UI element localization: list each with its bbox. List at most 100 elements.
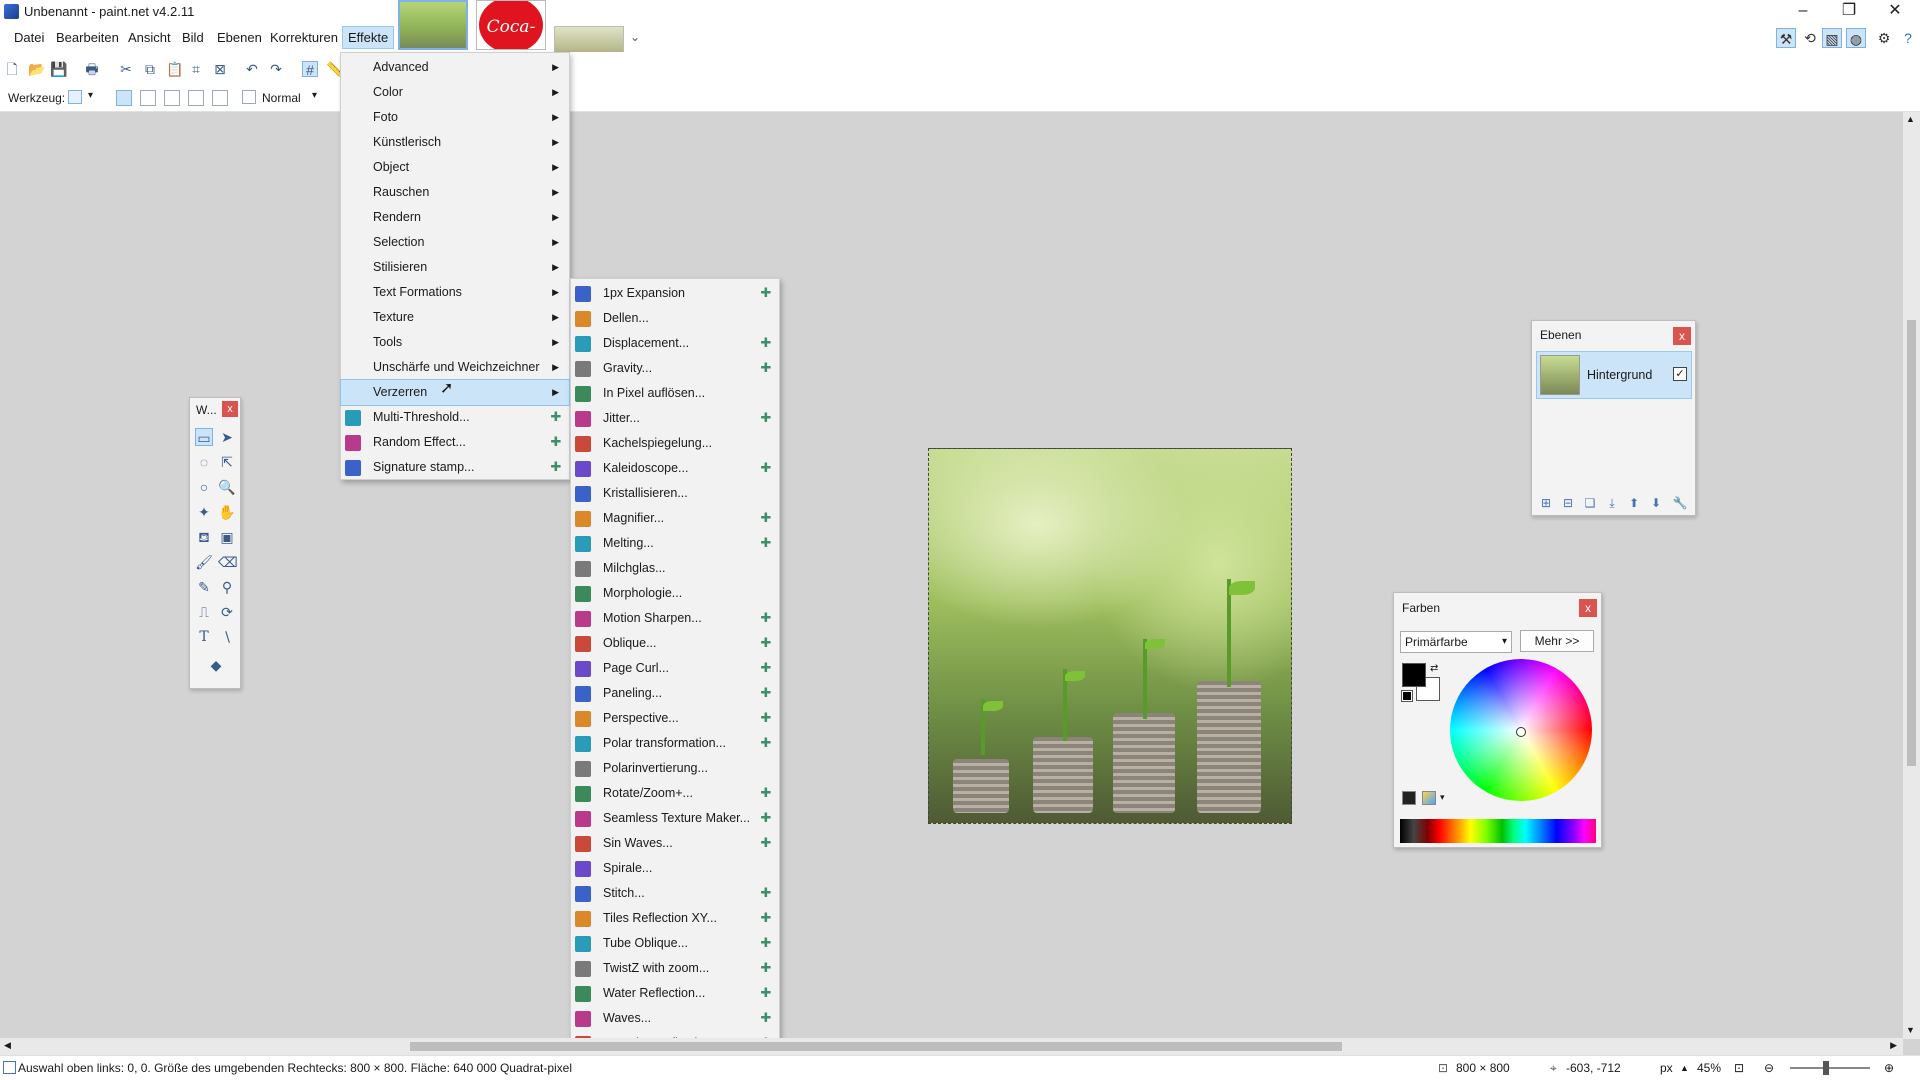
effects-menu-item-multi-threshold[interactable]: Multi-Threshold... ✚: [341, 405, 569, 430]
cut-icon[interactable]: ✂: [118, 61, 134, 77]
rectangle-select-tool-icon[interactable]: ▭: [195, 428, 213, 446]
move-layer-down-icon[interactable]: ⬇: [1648, 495, 1664, 511]
distort-menu-item-oblique[interactable]: Oblique... ✚: [571, 631, 779, 656]
scroll-right-icon[interactable]: ▶: [1890, 1040, 1897, 1051]
color-wheel-cursor[interactable]: [1516, 727, 1526, 737]
add-layer-icon[interactable]: ⊞: [1538, 495, 1554, 511]
duplicate-layer-icon[interactable]: ❏: [1582, 495, 1598, 511]
magic-wand-tool-icon[interactable]: ✦: [195, 503, 213, 521]
scroll-down-icon[interactable]: ▼: [1906, 1025, 1915, 1035]
effects-menu-item-tools[interactable]: Tools ▶: [341, 330, 569, 355]
canvas-image[interactable]: [928, 448, 1292, 824]
more-colors-button[interactable]: Mehr >>: [1520, 630, 1594, 652]
selection-mode-union-icon[interactable]: [140, 90, 156, 106]
distort-menu-item-sin-waves[interactable]: Sin Waves... ✚: [571, 831, 779, 856]
zoom-slider-knob[interactable]: [1823, 1061, 1829, 1075]
color-target-select[interactable]: Primärfarbe ▾: [1400, 631, 1512, 653]
current-tool-icon[interactable]: [68, 90, 82, 104]
effects-menu-item-rauschen[interactable]: Rauschen ▶: [341, 180, 569, 205]
undo-icon[interactable]: ↶: [244, 61, 260, 77]
move-selected-tool-icon[interactable]: ➤: [218, 428, 236, 446]
distort-menu-item-gravity[interactable]: Gravity... ✚: [571, 356, 779, 381]
distort-menu-item-tiles-reflection-xy[interactable]: Tiles Reflection XY... ✚: [571, 906, 779, 931]
effects-menu-item-rendern[interactable]: Rendern ▶: [341, 205, 569, 230]
palette-dropdown-icon[interactable]: ▾: [1440, 792, 1445, 803]
recolor-tool-icon[interactable]: ⟳: [218, 603, 236, 621]
minimize-button[interactable]: –: [1780, 0, 1826, 24]
gradient-tool-icon[interactable]: ▣: [218, 528, 236, 546]
distort-menu-item-kachelspiegelung[interactable]: Kachelspiegelung...: [571, 431, 779, 456]
primary-color-swatch[interactable]: [1402, 663, 1426, 687]
new-file-icon[interactable]: 🗋: [4, 61, 20, 77]
paintbrush-tool-icon[interactable]: 🖌: [195, 553, 213, 571]
distort-menu-item-rotate-zoom[interactable]: Rotate/Zoom+... ✚: [571, 781, 779, 806]
effects-menu-item-random-effect[interactable]: Random Effect... ✚: [341, 430, 569, 455]
distort-menu-item-kaleidoscope[interactable]: Kaleidoscope... ✚: [571, 456, 779, 481]
distort-menu-item-paneling[interactable]: Paneling... ✚: [571, 681, 779, 706]
distort-menu-item-tube-oblique[interactable]: Tube Oblique... ✚: [571, 931, 779, 956]
delete-layer-icon[interactable]: ⊟: [1560, 495, 1576, 511]
units-dropdown-icon[interactable]: ▲: [1680, 1063, 1689, 1073]
close-button[interactable]: ✕: [1872, 0, 1918, 24]
distort-menu-item-kristallisieren[interactable]: Kristallisieren...: [571, 481, 779, 506]
effects-menu-item-selection[interactable]: Selection ▶: [341, 230, 569, 255]
distort-menu-item-perspective[interactable]: Perspective... ✚: [571, 706, 779, 731]
zoom-in-icon[interactable]: ⊕: [1884, 1061, 1894, 1075]
tool-dropdown-icon[interactable]: ▾: [88, 90, 93, 101]
effects-menu-item-unschärfe-und-weichzeichner[interactable]: Unschärfe und Weichzeichner ▶: [341, 355, 569, 380]
color-palette[interactable]: [1400, 819, 1596, 843]
distort-menu-item-spirale[interactable]: Spirale...: [571, 856, 779, 881]
distort-menu-item-polar-transformation[interactable]: Polar transformation... ✚: [571, 731, 779, 756]
distort-menu-item-page-curl[interactable]: Page Curl... ✚: [571, 656, 779, 681]
help-icon[interactable]: ?: [1898, 28, 1918, 48]
distort-menu-item-seamless-texture-maker[interactable]: Seamless Texture Maker... ✚: [571, 806, 779, 831]
open-file-icon[interactable]: 📂: [28, 61, 45, 77]
selection-mode-replace-icon[interactable]: [116, 90, 132, 106]
palette-menu-icon[interactable]: [1422, 791, 1436, 805]
line-curve-tool-icon[interactable]: ∖: [218, 628, 236, 646]
distort-menu-item-morphologie[interactable]: Morphologie...: [571, 581, 779, 606]
menu-effekte[interactable]: Effekte: [342, 26, 395, 49]
eraser-tool-icon[interactable]: ⌫: [218, 553, 238, 571]
layer-row[interactable]: Hintergrund ✓: [1536, 351, 1692, 399]
layer-visibility-checkbox[interactable]: ✓: [1673, 367, 1687, 381]
effects-menu-item-signature-stamp[interactable]: Signature stamp... ✚: [341, 455, 569, 480]
distort-menu-item-polarinvertierung[interactable]: Polarinvertierung...: [571, 756, 779, 781]
layers-window-toggle-icon[interactable]: ▧: [1822, 28, 1842, 48]
menu-datei[interactable]: Datei: [12, 30, 46, 45]
horizontal-scroll-thumb[interactable]: [410, 1042, 1342, 1051]
image-tab-current[interactable]: [398, 0, 468, 50]
layers-window-close-icon[interactable]: x: [1673, 327, 1691, 345]
distort-menu-item-motion-sharpen[interactable]: Motion Sharpen... ✚: [571, 606, 779, 631]
blend-mode-value[interactable]: Normal: [262, 91, 301, 105]
zoom-tool-icon[interactable]: 🔍: [218, 478, 236, 496]
distort-menu-item-displacement[interactable]: Displacement... ✚: [571, 331, 779, 356]
scroll-up-icon[interactable]: ▲: [1906, 114, 1915, 124]
effects-menu-item-color[interactable]: Color ▶: [341, 80, 569, 105]
effects-menu-item-text-formations[interactable]: Text Formations ▶: [341, 280, 569, 305]
menu-ebenen[interactable]: Ebenen: [215, 30, 264, 45]
effects-menu-item-verzerren[interactable]: Verzerren ▶: [340, 379, 570, 406]
distort-menu-item-waves[interactable]: Waves... ✚: [571, 1006, 779, 1031]
history-window-toggle-icon[interactable]: ⟲: [1800, 28, 1820, 48]
swap-colors-icon[interactable]: ⇄: [1430, 663, 1438, 674]
effects-menu-item-object[interactable]: Object ▶: [341, 155, 569, 180]
effects-menu-item-advanced[interactable]: Advanced ▶: [341, 55, 569, 80]
image-tabs-more-icon[interactable]: ⌄: [630, 30, 640, 44]
zoom-level[interactable]: 45%: [1697, 1061, 1721, 1075]
distort-menu-item-milchglas[interactable]: Milchglas...: [571, 556, 779, 581]
selection-mode-intersect-icon[interactable]: [188, 90, 204, 106]
move-selection-tool-icon[interactable]: ⇱: [218, 453, 236, 471]
zoom-slider[interactable]: [1790, 1067, 1870, 1069]
effects-menu-item-stilisieren[interactable]: Stilisieren ▶: [341, 255, 569, 280]
distort-menu-item-twistz-with-zoom[interactable]: TwistZ with zoom... ✚: [571, 956, 779, 981]
units-selector[interactable]: px: [1660, 1061, 1673, 1075]
zoom-out-icon[interactable]: ⊖: [1764, 1061, 1774, 1075]
colors-window-toggle-icon[interactable]: ◍: [1846, 28, 1866, 48]
distort-menu-item-stitch[interactable]: Stitch... ✚: [571, 881, 779, 906]
tools-window-close-icon[interactable]: x: [222, 401, 238, 417]
distort-menu-item-melting[interactable]: Melting... ✚: [571, 531, 779, 556]
distort-menu-item-dellen[interactable]: Dellen...: [571, 306, 779, 331]
menu-ansicht[interactable]: Ansicht: [126, 30, 173, 45]
deselect-icon[interactable]: ⊠: [212, 61, 228, 77]
